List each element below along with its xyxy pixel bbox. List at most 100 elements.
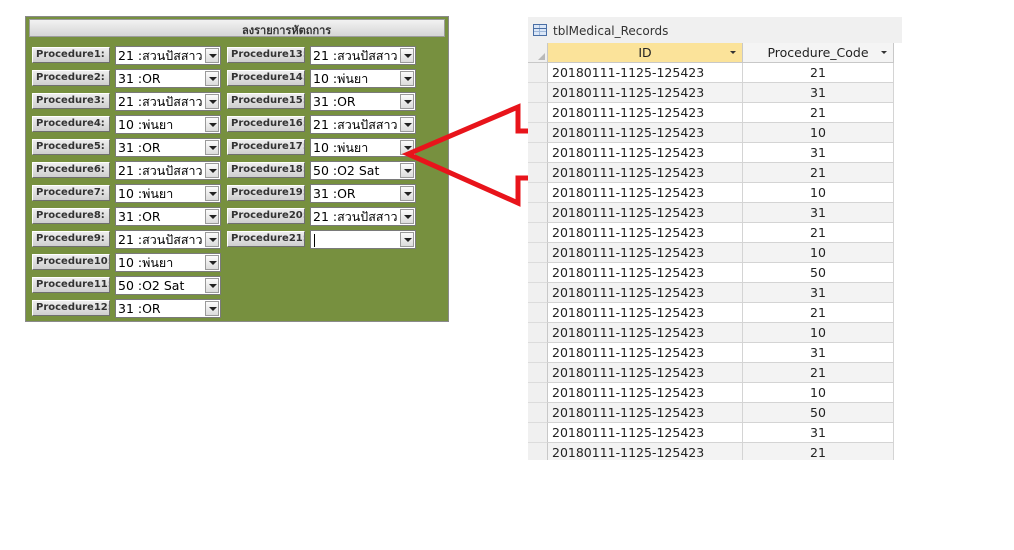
chevron-down-icon[interactable] <box>205 232 219 247</box>
row-selector[interactable] <box>528 163 548 183</box>
procedure-code-cell[interactable]: 10 <box>743 243 894 263</box>
procedure-code-cell[interactable]: 31 <box>743 283 894 303</box>
procedure10-combo[interactable]: 10 :พ่นยา <box>115 253 221 272</box>
procedure3-combo[interactable]: 21 :สวนปัสสาว <box>115 92 221 111</box>
table-row[interactable]: 20180111-1125-125423 50 <box>528 263 894 283</box>
id-cell[interactable]: 20180111-1125-125423 <box>548 283 743 303</box>
procedure9-combo[interactable]: 21 :สวนปัสสาว <box>115 230 221 249</box>
id-cell[interactable]: 20180111-1125-125423 <box>548 403 743 423</box>
procedure-code-cell[interactable]: 31 <box>743 143 894 163</box>
procedure-code-cell[interactable]: 21 <box>743 103 894 123</box>
row-selector[interactable] <box>528 363 548 383</box>
table-row[interactable]: 20180111-1125-125423 10 <box>528 323 894 343</box>
procedure-code-cell[interactable]: 10 <box>743 383 894 403</box>
datasheet-tab[interactable]: tblMedical_Records <box>528 17 902 43</box>
procedure-code-cell[interactable]: 10 <box>743 323 894 343</box>
id-cell[interactable]: 20180111-1125-125423 <box>548 263 743 283</box>
procedure-code-cell[interactable]: 50 <box>743 263 894 283</box>
id-cell[interactable]: 20180111-1125-125423 <box>548 383 743 403</box>
procedure12-combo[interactable]: 31 :OR <box>115 299 221 318</box>
row-selector[interactable] <box>528 103 548 123</box>
procedure-code-cell[interactable]: 31 <box>743 203 894 223</box>
id-cell[interactable]: 20180111-1125-125423 <box>548 323 743 343</box>
id-cell[interactable]: 20180111-1125-125423 <box>548 443 743 460</box>
row-selector[interactable] <box>528 263 548 283</box>
row-selector[interactable] <box>528 83 548 103</box>
table-row[interactable]: 20180111-1125-125423 31 <box>528 143 894 163</box>
procedure5-combo[interactable]: 31 :OR <box>115 138 221 157</box>
chevron-down-icon[interactable] <box>205 301 219 316</box>
procedure-code-cell[interactable]: 10 <box>743 183 894 203</box>
id-cell[interactable]: 20180111-1125-125423 <box>548 163 743 183</box>
id-cell[interactable]: 20180111-1125-125423 <box>548 343 743 363</box>
table-row[interactable]: 20180111-1125-125423 10 <box>528 243 894 263</box>
id-cell[interactable]: 20180111-1125-125423 <box>548 123 743 143</box>
id-cell[interactable]: 20180111-1125-125423 <box>548 183 743 203</box>
procedure-code-cell[interactable]: 31 <box>743 423 894 443</box>
table-row[interactable]: 20180111-1125-125423 21 <box>528 163 894 183</box>
procedure8-combo[interactable]: 31 :OR <box>115 207 221 226</box>
chevron-down-icon[interactable] <box>881 51 887 54</box>
table-row[interactable]: 20180111-1125-125423 10 <box>528 383 894 403</box>
row-selector[interactable] <box>528 223 548 243</box>
id-cell[interactable]: 20180111-1125-125423 <box>548 223 743 243</box>
table-row[interactable]: 20180111-1125-125423 21 <box>528 363 894 383</box>
procedure-code-cell[interactable]: 21 <box>743 363 894 383</box>
id-cell[interactable]: 20180111-1125-125423 <box>548 63 743 83</box>
chevron-down-icon[interactable] <box>730 51 736 54</box>
procedure14-combo[interactable]: 10 :พ่นยา <box>310 69 416 88</box>
procedure11-combo[interactable]: 50 :O2 Sat <box>115 276 221 295</box>
table-row[interactable]: 20180111-1125-125423 21 <box>528 303 894 323</box>
procedure-code-cell[interactable]: 21 <box>743 163 894 183</box>
table-row[interactable]: 20180111-1125-125423 31 <box>528 83 894 103</box>
row-selector[interactable] <box>528 423 548 443</box>
chevron-down-icon[interactable] <box>205 117 219 132</box>
row-selector[interactable] <box>528 443 548 460</box>
table-row[interactable]: 20180111-1125-125423 31 <box>528 423 894 443</box>
row-selector[interactable] <box>528 303 548 323</box>
column-header-id[interactable]: ID <box>548 43 743 63</box>
procedure-code-cell[interactable]: 50 <box>743 403 894 423</box>
row-selector[interactable] <box>528 383 548 403</box>
table-row[interactable]: 20180111-1125-125423 21 <box>528 223 894 243</box>
chevron-down-icon[interactable] <box>400 209 414 224</box>
id-cell[interactable]: 20180111-1125-125423 <box>548 143 743 163</box>
chevron-down-icon[interactable] <box>205 140 219 155</box>
id-cell[interactable]: 20180111-1125-125423 <box>548 243 743 263</box>
row-selector[interactable] <box>528 143 548 163</box>
chevron-down-icon[interactable] <box>400 232 414 247</box>
row-selector[interactable] <box>528 63 548 83</box>
select-all-corner[interactable] <box>528 43 548 63</box>
id-cell[interactable]: 20180111-1125-125423 <box>548 83 743 103</box>
row-selector[interactable] <box>528 343 548 363</box>
procedure-code-cell[interactable]: 31 <box>743 83 894 103</box>
id-cell[interactable]: 20180111-1125-125423 <box>548 103 743 123</box>
id-cell[interactable]: 20180111-1125-125423 <box>548 303 743 323</box>
id-cell[interactable]: 20180111-1125-125423 <box>548 203 743 223</box>
procedure13-combo[interactable]: 21 :สวนปัสสาว <box>310 46 416 65</box>
table-row[interactable]: 20180111-1125-125423 10 <box>528 183 894 203</box>
procedure7-combo[interactable]: 10 :พ่นยา <box>115 184 221 203</box>
row-selector[interactable] <box>528 203 548 223</box>
procedure-code-cell[interactable]: 21 <box>743 223 894 243</box>
procedure2-combo[interactable]: 31 :OR <box>115 69 221 88</box>
chevron-down-icon[interactable] <box>205 94 219 109</box>
procedure-code-cell[interactable]: 21 <box>743 443 894 460</box>
table-row[interactable]: 20180111-1125-125423 31 <box>528 203 894 223</box>
chevron-down-icon[interactable] <box>205 209 219 224</box>
chevron-down-icon[interactable] <box>205 278 219 293</box>
procedure4-combo[interactable]: 10 :พ่นยา <box>115 115 221 134</box>
id-cell[interactable]: 20180111-1125-125423 <box>548 363 743 383</box>
procedure-code-cell[interactable]: 21 <box>743 63 894 83</box>
chevron-down-icon[interactable] <box>205 71 219 86</box>
procedure-code-cell[interactable]: 21 <box>743 303 894 323</box>
table-row[interactable]: 20180111-1125-125423 31 <box>528 343 894 363</box>
row-selector[interactable] <box>528 183 548 203</box>
row-selector[interactable] <box>528 403 548 423</box>
row-selector[interactable] <box>528 323 548 343</box>
id-cell[interactable]: 20180111-1125-125423 <box>548 423 743 443</box>
procedure-code-cell[interactable]: 31 <box>743 343 894 363</box>
table-row[interactable]: 20180111-1125-125423 21 <box>528 103 894 123</box>
row-selector[interactable] <box>528 123 548 143</box>
table-row[interactable]: 20180111-1125-125423 21 <box>528 443 894 460</box>
